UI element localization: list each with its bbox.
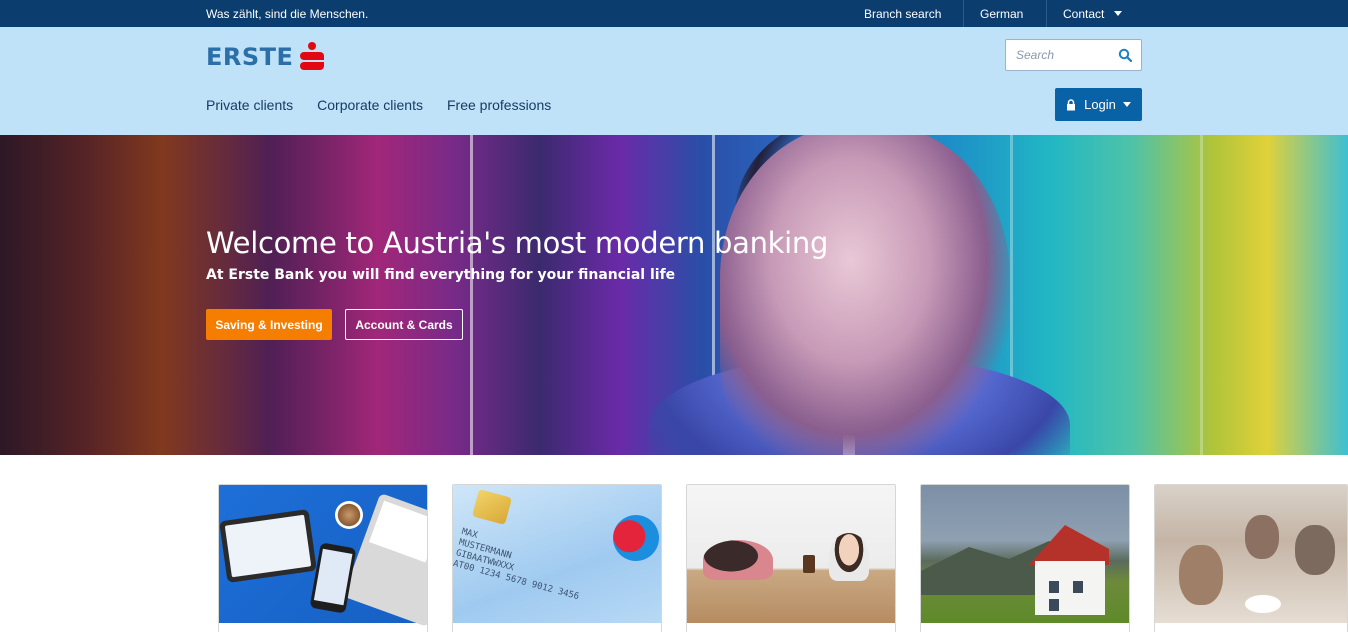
divider <box>963 0 964 27</box>
contact-label: Contact <box>1063 6 1105 21</box>
hero-title: Welcome to Austria's most modern banking <box>206 226 829 260</box>
erste-s-logo-icon <box>299 42 325 72</box>
family-image <box>687 485 895 623</box>
hero-subtitle: At Erste Bank you will find everything f… <box>206 267 676 283</box>
bankcard-image: MAX MUSTERMANN GIBAATWWXXX AT00 1234 567… <box>453 485 661 623</box>
house-image <box>921 485 1129 623</box>
teaser-card-bankcard[interactable]: MAX MUSTERMANN GIBAATWWXXX AT00 1234 567… <box>452 484 662 632</box>
tagline: Was zählt, sind die Menschen. <box>206 7 369 21</box>
maestro-logo-icon <box>607 509 661 567</box>
dining-image <box>1155 485 1347 623</box>
site-header: ERSTE Private clients Corporate clients … <box>0 27 1348 135</box>
teaser-card-devices[interactable] <box>218 484 428 632</box>
light-stripe <box>470 135 473 455</box>
search-input[interactable] <box>1006 40 1111 70</box>
card-chip <box>471 489 513 525</box>
chevron-down-icon <box>1114 11 1123 16</box>
top-utility-bar: Was zählt, sind die Menschen. Branch sea… <box>0 0 1348 27</box>
search-box <box>1005 39 1142 71</box>
teaser-card-dining[interactable] <box>1154 484 1348 632</box>
chevron-down-icon <box>1122 102 1131 107</box>
nav-item-private-clients[interactable]: Private clients <box>206 97 293 113</box>
login-button[interactable]: Login <box>1055 88 1142 121</box>
account-cards-button[interactable]: Account & Cards <box>345 309 463 340</box>
language-switch[interactable]: German <box>980 0 1023 27</box>
main-nav: Private clients Corporate clients Free p… <box>206 97 575 113</box>
lock-icon <box>1067 98 1076 110</box>
nav-item-corporate-clients[interactable]: Corporate clients <box>317 97 423 113</box>
language-label: German <box>980 6 1024 21</box>
saving-investing-button[interactable]: Saving & Investing <box>206 309 332 340</box>
nav-item-free-professions[interactable]: Free professions <box>447 97 551 113</box>
search-icon[interactable] <box>1118 48 1132 62</box>
devices-image <box>219 485 427 628</box>
erste-logo[interactable]: ERSTE <box>206 42 325 72</box>
card-holder-text: MAX MUSTERMANN GIBAATWWXXX AT00 1234 567… <box>452 527 581 603</box>
light-stripe <box>1200 135 1203 455</box>
teaser-card-house[interactable] <box>920 484 1130 632</box>
teaser-card-family[interactable] <box>686 484 896 632</box>
branch-search-label: Branch search <box>864 6 942 21</box>
contact-menu[interactable]: Contact <box>1063 0 1123 27</box>
hero-banner: Welcome to Austria's most modern banking… <box>0 135 1348 455</box>
branch-search-link[interactable]: Branch search <box>864 0 941 27</box>
divider <box>1046 0 1047 27</box>
logo-text: ERSTE <box>206 43 294 71</box>
login-label: Login <box>1084 97 1116 112</box>
hero-person-face <box>720 135 1010 455</box>
